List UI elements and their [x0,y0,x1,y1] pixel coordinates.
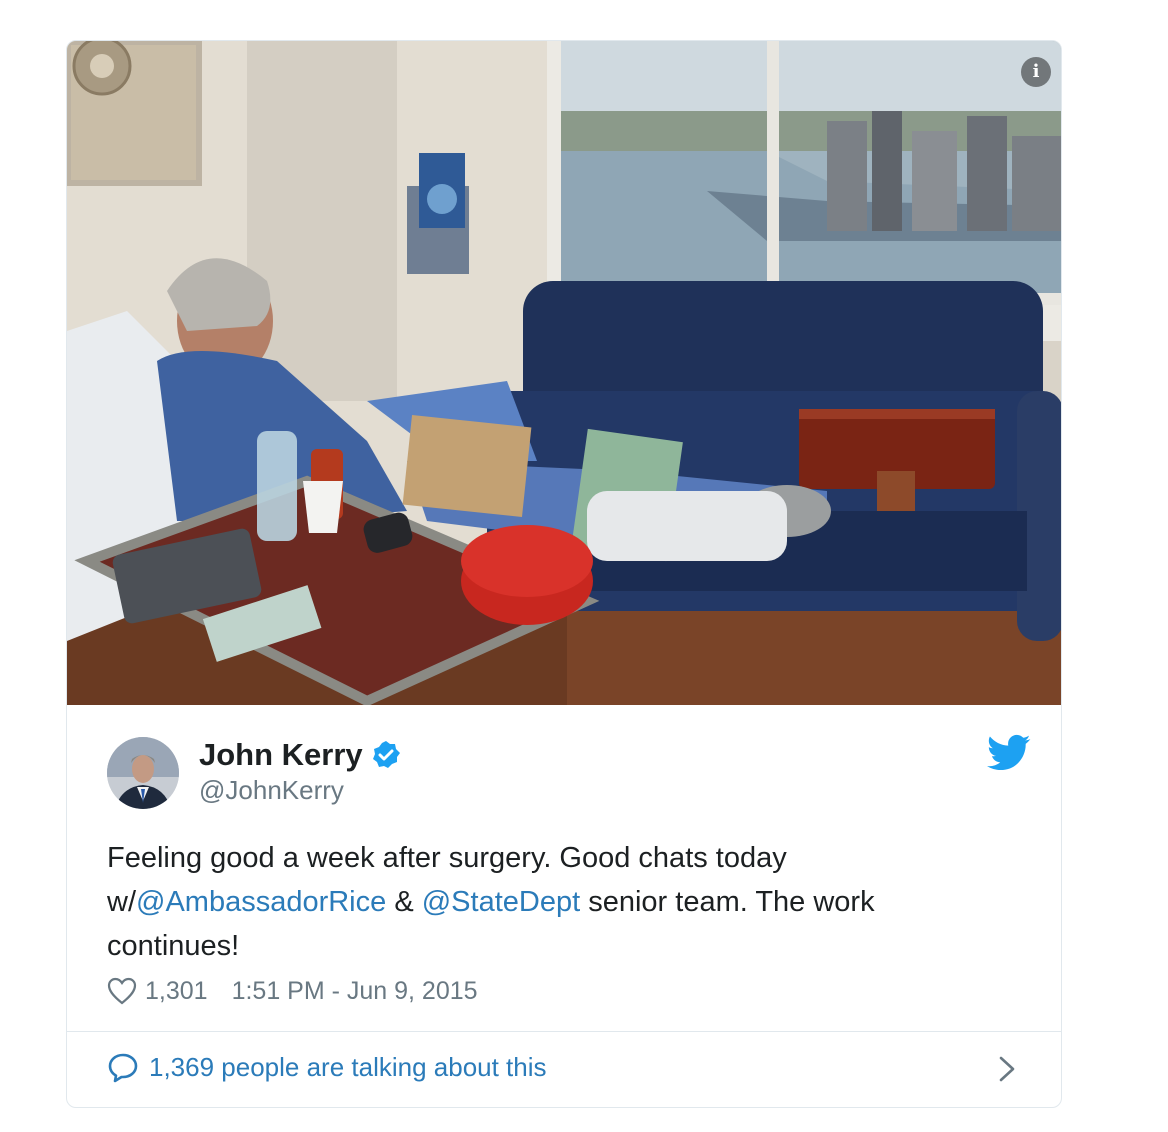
avatar[interactable] [107,737,179,809]
mention-ambassadorrice-link[interactable]: @AmbassadorRice [136,886,386,918]
talking-count-label[interactable]: 1,369 people are talking about this [149,1052,547,1083]
info-icon[interactable]: i [1021,57,1051,87]
author-name[interactable]: John Kerry [199,737,363,772]
speech-bubble-icon [107,1052,139,1084]
tweet-text: Feeling good a week after surgery. Good … [107,836,1007,968]
tweet-photo[interactable]: i [67,41,1061,705]
chevron-right-icon[interactable] [995,1054,1019,1084]
tweet-meta: 1,301 1:51 PM - Jun 9, 2015 [107,976,478,1012]
tweet-text-part: & [386,886,422,918]
like-count[interactable]: 1,301 [145,977,208,1005]
author-name-row: John Kerry [199,737,401,773]
tweet-header: John Kerry @JohnKerry [107,734,1031,813]
author-handle[interactable]: @JohnKerry [199,775,344,806]
author-avatar-image [107,737,179,809]
tweet-timestamp-link[interactable]: 1:51 PM - Jun 9, 2015 [232,977,478,1005]
verified-badge-icon [371,740,401,770]
embedded-tweet-card[interactable]: i John Kerry @JohnKerry Feeling good a w… [66,40,1062,1108]
heart-icon[interactable] [107,977,137,1005]
conversation-link[interactable]: 1,369 people are talking about this [67,1032,1061,1107]
hospital-room-photo [67,41,1061,705]
twitter-bird-icon[interactable] [987,733,1031,773]
mention-statedept-link[interactable]: @StateDept [422,886,580,918]
